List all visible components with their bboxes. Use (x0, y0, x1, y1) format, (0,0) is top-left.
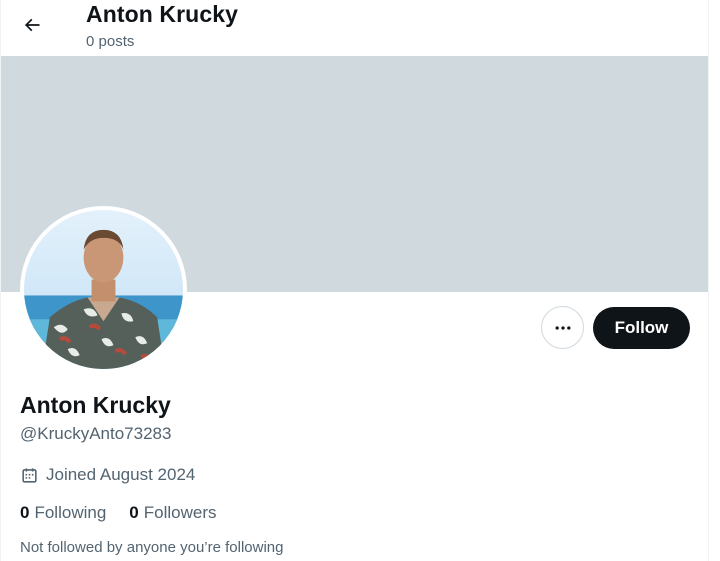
more-horizontal-icon (555, 325, 570, 330)
followers-link[interactable]: 0 Followers (129, 503, 216, 523)
profile-handle: @KruckyAnto73283 (20, 424, 172, 443)
joined-date: Joined August 2024 (20, 465, 195, 485)
following-link[interactable]: 0 Following (20, 503, 106, 523)
followers-label: Followers (143, 503, 217, 522)
profile-header-bar: Anton Krucky 0 posts (0, 0, 708, 56)
column-border-right (708, 0, 709, 561)
avatar-photo (24, 210, 183, 369)
followers-count: 0 (129, 503, 139, 522)
post-count: 0 posts (86, 33, 135, 50)
follow-stats: 0 Following 0 Followers (20, 503, 217, 523)
following-count: 0 (20, 503, 30, 522)
arrow-left-icon (24, 18, 40, 32)
more-options-button[interactable] (541, 306, 584, 349)
back-button[interactable] (14, 7, 50, 43)
column-border-left (0, 0, 1, 561)
joined-text: Joined August 2024 (46, 465, 196, 484)
calendar-icon (22, 467, 37, 483)
profile-page: Anton Krucky 0 posts Follow Anton Krucky… (0, 0, 720, 561)
profile-display-name: Anton Krucky (20, 392, 171, 418)
following-label: Following (34, 503, 107, 522)
not-followed-note: Not followed by anyone you’re following (20, 539, 284, 556)
avatar[interactable] (20, 206, 187, 373)
header-title: Anton Krucky (86, 1, 238, 27)
follow-button[interactable]: Follow (593, 307, 690, 349)
